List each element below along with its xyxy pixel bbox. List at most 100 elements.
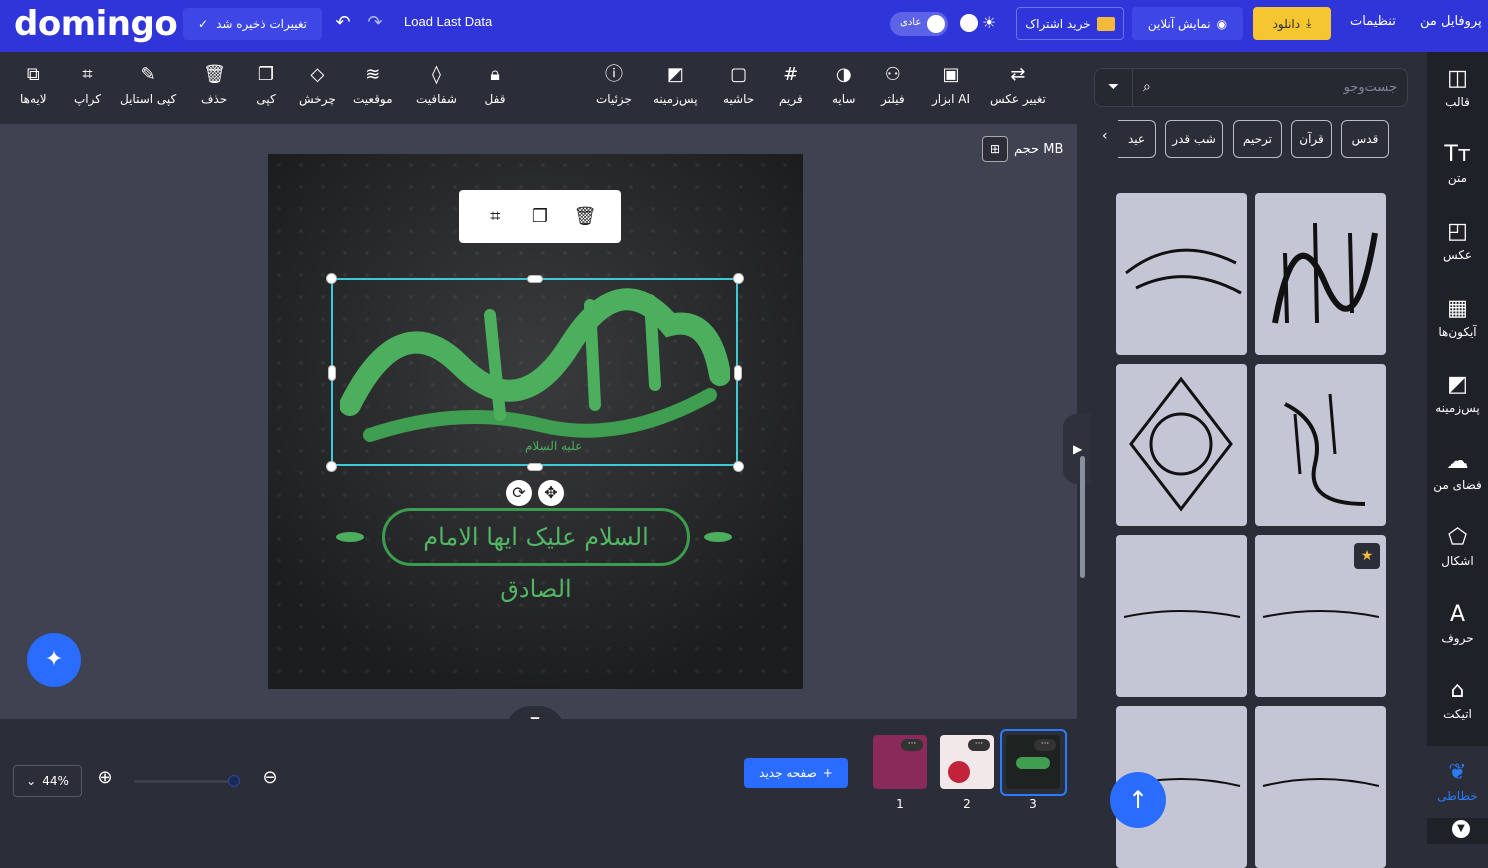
tool-frame[interactable]: # فریم [779,64,803,114]
magic-wand-button[interactable]: ✦ [27,633,81,687]
tool-copy-style[interactable]: ✎ کپی استایل [120,64,176,114]
calculator-icon[interactable]: ⊞ [982,136,1008,162]
tool-lock[interactable]: 🔒︎ قفل [484,64,506,114]
load-last-data-link[interactable]: Load Last Data [404,14,492,29]
resize-handle-tl[interactable] [326,273,337,284]
online-preview-button[interactable]: ◉ نمایش آنلاین [1132,7,1243,40]
swap-icon: ⇄ [1010,64,1026,85]
sidebar-item-letters[interactable]: A حروف [1427,588,1488,660]
redo-icon[interactable]: ↷ [364,12,386,34]
tool-label: فیلتر [881,92,905,106]
resize-handle-left[interactable] [328,365,336,381]
tool-crop[interactable]: ⌗ کراپ [74,64,101,114]
tool-background[interactable]: ◩ پس‌زمینه [653,64,698,114]
calligraphy-tile[interactable]: ★ [1255,535,1386,697]
resize-handle-bottom[interactable] [527,463,543,471]
search-input[interactable] [1165,69,1397,106]
tool-label: شفافیت [416,92,457,106]
sidebar-item-calligraphy[interactable]: ❦ خطاطی [1427,746,1488,818]
tool-opacity[interactable]: ◊ شفافیت [416,64,457,114]
calligraphy-tile[interactable] [1116,193,1247,355]
more-icon[interactable]: ··· [1034,739,1056,751]
copy-icon[interactable]: ❐ [529,206,551,228]
tool-details[interactable]: ⓘ جزئیات [596,64,632,114]
calligraphy-tile[interactable] [1116,535,1247,697]
resize-handle-tr[interactable] [733,273,744,284]
profile-link[interactable]: پروفایل من [1420,14,1482,29]
chip-quran[interactable]: قرآن [1291,120,1332,158]
page-thumbnail-3[interactable]: ··· [1006,735,1060,789]
page-thumbnail-2[interactable]: ··· [940,735,994,789]
sidebar-item-tags[interactable]: ⌂ اتیکت [1427,664,1488,736]
square-icon: ▢ [730,64,748,85]
rotate-handle-icon[interactable]: ⟳ [506,480,532,506]
buy-subscription-button[interactable]: خرید اشتراک [1016,7,1124,40]
theme-toggle[interactable]: ☀ [960,13,1000,34]
calligraphy-tile[interactable] [1255,364,1386,526]
tool-change-image[interactable]: ⇄ تغییر عکس [990,64,1046,114]
chip-quds[interactable]: قدس [1341,120,1389,158]
panel-toggle-icon[interactable]: ▶ [1063,414,1091,484]
sidebar-item-label: عکس [1442,248,1473,262]
zoom-in-icon[interactable]: ⊕ [93,766,117,790]
search-icon: ⌕ [1143,79,1151,95]
undo-icon[interactable]: ↶ [332,12,354,34]
scroll-top-button[interactable]: ↑ [1110,772,1166,828]
sidebar-item-text[interactable]: Tт متن [1427,128,1488,200]
chevron-left-icon[interactable]: ‹ [1102,128,1108,144]
tool-position[interactable]: ≋ موقعیت [353,64,393,114]
tool-delete[interactable]: 🗑 حذف [201,64,227,114]
chip-eid[interactable]: عید [1118,120,1156,158]
sidebar-item-label: فضای من [1433,478,1482,492]
resize-handle-right[interactable] [734,365,742,381]
info-icon: ⓘ [604,64,623,85]
tool-shadow[interactable]: ◑ سایه [832,64,855,114]
new-page-button[interactable]: + صفحه جدید [744,758,848,788]
ornament-right [704,532,732,542]
sidebar-item-shapes[interactable]: ⬠ اشکال [1427,511,1488,583]
rail-scroll-down-icon[interactable]: ▼ [1452,820,1470,838]
crop-icon[interactable]: ⌗ [484,206,506,228]
chip-tarhim[interactable]: ترحیم [1233,120,1282,158]
calligraphy-tile[interactable] [1255,193,1386,355]
zoom-out-icon[interactable]: ⊖ [258,766,282,790]
tool-border[interactable]: ▢ حاشیه [723,64,754,114]
settings-link[interactable]: تنظیمات [1350,14,1396,29]
page-thumbnail-1[interactable]: ··· [873,735,927,789]
calligraphy-thumbnail [1125,248,1242,295]
zoom-select[interactable]: ⌄ 44% [13,765,82,797]
thumbnail-graphic [948,761,970,783]
sidebar-item-background[interactable]: ◩ پس‌زمینه [1427,358,1488,430]
zoom-slider-knob[interactable] [228,775,240,787]
resize-handle-top[interactable] [527,275,543,283]
resize-handle-bl[interactable] [326,461,337,472]
sidebar-item-my-space[interactable]: ☁ فضای من [1427,435,1488,507]
panel-scrollbar[interactable] [1080,456,1085,578]
calligraphy-tile[interactable] [1116,364,1247,526]
banner-calligraphy[interactable]: السلام علیک ایها الامام الصادق [382,508,690,603]
sidebar-item-template[interactable]: ◫ قالب [1427,52,1488,124]
more-icon[interactable]: ··· [968,739,990,751]
mode-toggle[interactable]: عادی [890,12,948,36]
chip-shab-ghadr[interactable]: شب قدر [1165,120,1223,158]
zoom-slider-track[interactable] [134,780,234,783]
saved-status-button[interactable]: تغییرات ذخیره شد ✓ [183,8,322,40]
sidebar-item-icons[interactable]: ▦ آیکون‌ها [1427,282,1488,354]
filter-icon[interactable]: ⏷ [1095,69,1133,106]
resize-handle-br[interactable] [733,461,744,472]
tool-layers[interactable]: ⧉ لایه‌ها [20,64,47,114]
selection-box[interactable] [331,278,738,466]
tool-rotate[interactable]: ◇ چرخش [299,64,336,114]
tool-filter[interactable]: ⚇ فیلتر [881,64,905,114]
download-button[interactable]: ⤓ دانلود [1253,7,1331,40]
sidebar-item-label: اشکال [1441,554,1474,568]
sidebar-item-label: قالب [1445,95,1470,109]
more-icon[interactable]: ··· [901,739,923,751]
trash-icon[interactable]: 🗑 [574,206,597,228]
move-handle-icon[interactable]: ✥ [538,480,564,506]
tool-copy[interactable]: ❐ کپی [255,64,277,114]
app-logo[interactable]: domingo [14,4,178,44]
tool-ai[interactable]: ▣ ابزار AI [932,64,970,114]
sidebar-item-label: اتیکت [1443,707,1472,721]
sidebar-item-image[interactable]: ◰ عکس [1427,205,1488,277]
